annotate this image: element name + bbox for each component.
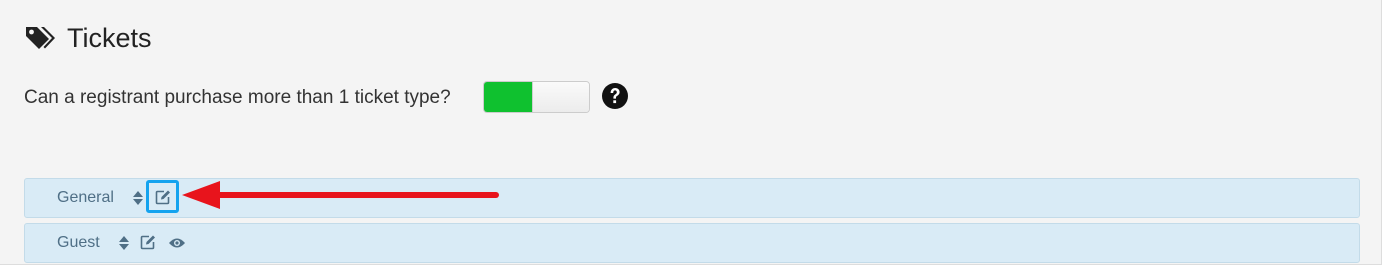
- sort-icon[interactable]: [133, 191, 143, 205]
- sort-icon[interactable]: [119, 236, 129, 250]
- tickets-panel: Tickets Can a registrant purchase more t…: [0, 0, 1382, 265]
- multiple-ticket-toggle[interactable]: [483, 81, 590, 113]
- ticket-row-guest: Guest: [24, 223, 1360, 263]
- ticket-label: Guest: [57, 234, 100, 251]
- edit-icon-highlight: [146, 180, 179, 213]
- annotation-arrow: [182, 181, 499, 209]
- section-header: Tickets: [24, 22, 152, 54]
- tags-icon: [24, 24, 56, 52]
- question-circle-icon[interactable]: [601, 82, 629, 110]
- ticket-label: General: [57, 189, 114, 206]
- toggle-knob: [532, 82, 589, 112]
- toggle-on-segment: [484, 82, 532, 112]
- section-title: Tickets: [67, 23, 152, 53]
- multiple-ticket-question: Can a registrant purchase more than 1 ti…: [24, 87, 451, 108]
- eye-icon[interactable]: [168, 236, 186, 250]
- edit-icon[interactable]: [140, 234, 156, 250]
